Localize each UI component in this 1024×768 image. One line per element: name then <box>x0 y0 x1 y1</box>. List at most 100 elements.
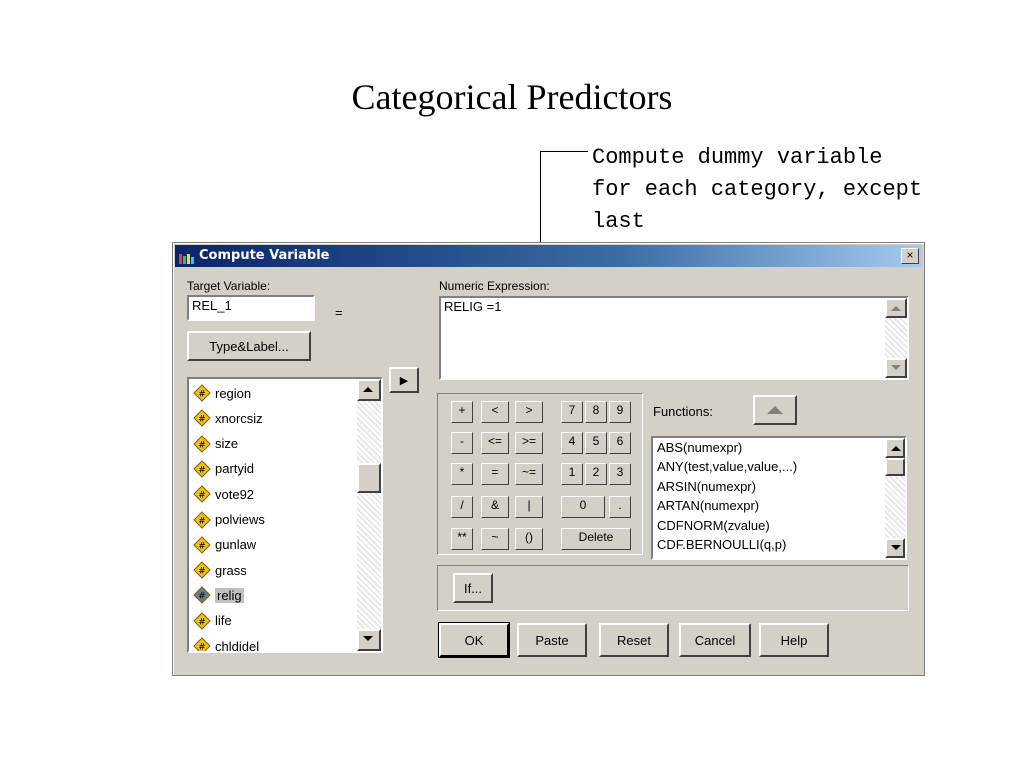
cancel-button[interactable]: Cancel <box>679 623 751 657</box>
keypad-key[interactable]: . <box>609 496 631 518</box>
keypad-key[interactable]: * <box>451 463 473 485</box>
svg-text:#: # <box>198 465 206 475</box>
variable-list-scrollbar[interactable] <box>357 379 381 651</box>
keypad-key[interactable]: 3 <box>609 463 631 485</box>
svg-text:#: # <box>198 440 206 450</box>
list-item[interactable]: # region <box>193 381 251 405</box>
slide-title: Categorical Predictors <box>351 77 673 117</box>
svg-text:#: # <box>198 491 206 501</box>
keypad-key[interactable]: <= <box>481 432 509 454</box>
function-item[interactable]: CDF.BERNOULLI(q,p) <box>657 537 786 552</box>
scale-variable-icon: # <box>193 561 211 579</box>
close-button[interactable]: × <box>901 248 919 264</box>
svg-text:#: # <box>198 592 206 602</box>
list-item[interactable]: # partyid <box>193 457 254 481</box>
scale-variable-icon: # <box>193 409 211 428</box>
list-item[interactable]: # relig <box>193 583 244 607</box>
variable-scroll-down-icon[interactable] <box>357 629 381 651</box>
keypad-key[interactable]: 1 <box>561 463 583 485</box>
list-item[interactable]: # xnorcsiz <box>193 406 263 430</box>
list-item[interactable]: # life <box>193 609 232 633</box>
keypad-key[interactable]: + <box>451 401 473 423</box>
right-arrow-icon: ▶ <box>399 374 409 387</box>
list-item[interactable]: # size <box>193 432 238 456</box>
help-button[interactable]: Help <box>759 623 829 657</box>
ok-button[interactable]: OK <box>438 622 510 658</box>
keypad-key[interactable]: = <box>481 463 509 485</box>
keypad-key[interactable]: ~ <box>481 528 509 550</box>
keypad-key[interactable]: 5 <box>585 432 607 454</box>
keypad-key[interactable]: 9 <box>609 401 631 423</box>
scale-variable-icon: # <box>193 384 211 402</box>
scale-variable-icon: # <box>193 460 211 478</box>
functions-label: Functions: <box>653 404 713 419</box>
scale-variable-icon: # <box>193 510 211 529</box>
functions-scroll-thumb[interactable] <box>885 458 905 476</box>
list-item[interactable]: # grass <box>193 558 247 582</box>
function-item[interactable]: ARSIN(numexpr) <box>657 479 756 494</box>
variable-list[interactable]: # region # xnorcsiz # size # partyid # vote92 # pol… <box>187 377 383 653</box>
keypad-key[interactable]: > <box>515 401 543 423</box>
function-item[interactable]: ABS(numexpr) <box>657 440 742 455</box>
variable-scroll-thumb[interactable] <box>357 463 381 493</box>
svg-text:#: # <box>198 617 206 627</box>
scale-variable-icon: # <box>193 586 211 605</box>
keypad-key[interactable]: 6 <box>609 432 631 454</box>
keypad-key[interactable]: Delete <box>561 528 631 550</box>
function-item[interactable]: ANY(test,value,value,...) <box>657 459 797 474</box>
svg-text:#: # <box>198 541 206 551</box>
keypad-key[interactable]: 2 <box>585 463 607 485</box>
variable-name: gunlaw <box>215 537 257 553</box>
expression-scroll-up-icon[interactable] <box>885 298 907 318</box>
keypad-key[interactable]: | <box>515 496 543 518</box>
variable-name: region <box>215 385 252 401</box>
callout-leader-horizontal <box>540 151 588 152</box>
functions-scrollbar[interactable] <box>885 438 905 558</box>
list-item[interactable]: # chldidel <box>193 634 259 651</box>
expression-scrollbar[interactable] <box>885 298 907 378</box>
scale-variable-icon: # <box>193 611 211 630</box>
keypad-key[interactable]: / <box>451 496 473 518</box>
type-label-button[interactable]: Type&Label... <box>187 331 311 361</box>
move-to-expression-button[interactable]: ▶ <box>389 367 419 393</box>
numeric-expression-input[interactable]: RELIG =1 <box>439 296 909 380</box>
keypad-key[interactable]: 8 <box>585 401 607 423</box>
scale-variable-icon: # <box>193 637 211 651</box>
dialog-titlebar[interactable]: Compute Variable × <box>175 245 922 267</box>
functions-list[interactable]: ABS(numexpr) ANY(test,value,value,...) ARS… <box>651 436 907 560</box>
keypad-key[interactable]: 4 <box>561 432 583 454</box>
function-item[interactable]: ARTAN(numexpr) <box>657 498 759 513</box>
svg-text:#: # <box>198 567 206 577</box>
callout-leader-vertical <box>540 151 541 244</box>
target-variable-input[interactable]: REL_1 <box>187 295 315 321</box>
keypad-key[interactable]: ** <box>451 528 473 550</box>
scale-variable-icon: # <box>193 536 211 554</box>
keypad-key[interactable]: ~= <box>515 463 543 485</box>
function-item[interactable]: CDFNORM(zvalue) <box>657 518 770 533</box>
if-condition-panel <box>437 565 909 611</box>
variable-name: partyid <box>215 461 255 477</box>
variable-scroll-up-icon[interactable] <box>357 379 381 401</box>
keypad-key[interactable]: () <box>515 528 543 550</box>
keypad-key[interactable]: 0 <box>561 496 605 518</box>
list-item[interactable]: # gunlaw <box>193 533 256 557</box>
expression-scroll-down-icon[interactable] <box>885 358 907 378</box>
numeric-expression-label: Numeric Expression: <box>439 279 550 293</box>
svg-text:#: # <box>198 390 206 400</box>
keypad-key[interactable]: < <box>481 401 509 423</box>
callout-line-1: Compute dummy variable <box>592 145 883 170</box>
functions-scroll-down-icon[interactable] <box>885 538 905 558</box>
reset-button[interactable]: Reset <box>599 623 669 657</box>
keypad-key[interactable]: & <box>481 496 509 518</box>
functions-scroll-up-icon[interactable] <box>885 438 905 458</box>
keypad-key[interactable]: - <box>451 432 473 454</box>
list-item[interactable]: # polviews <box>193 508 265 532</box>
scale-variable-icon: # <box>193 434 211 453</box>
insert-function-button[interactable] <box>753 395 797 425</box>
paste-button[interactable]: Paste <box>517 623 587 657</box>
keypad-key[interactable]: 7 <box>561 401 583 423</box>
keypad-key[interactable]: >= <box>515 432 543 454</box>
variable-name: xnorcsiz <box>215 410 263 426</box>
if-button[interactable]: If... <box>453 573 493 603</box>
list-item[interactable]: # vote92 <box>193 482 254 506</box>
